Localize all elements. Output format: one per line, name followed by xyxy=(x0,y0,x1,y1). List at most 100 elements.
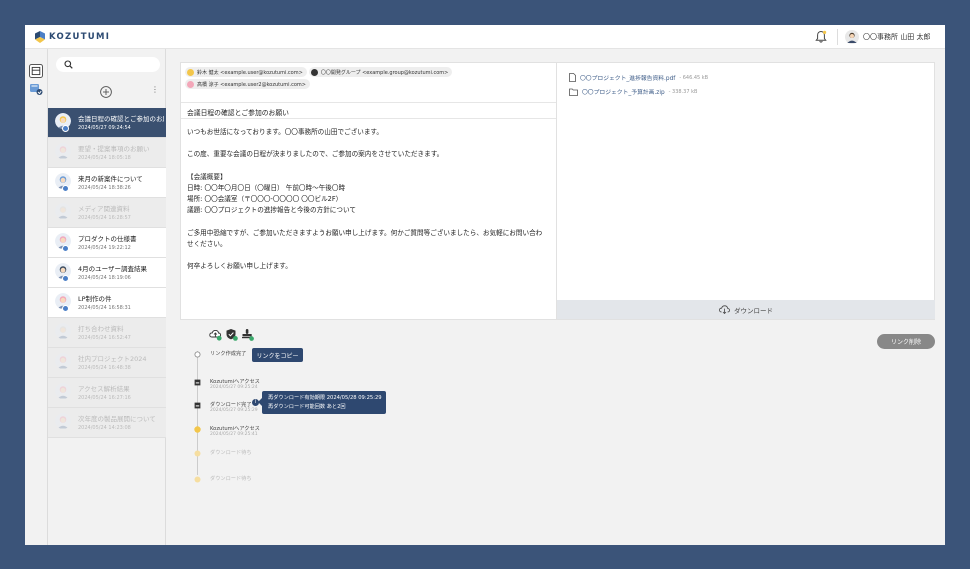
timeline-toolbar xyxy=(209,328,254,341)
mail-body-line: 日時: 〇〇年〇月〇日（〇曜日） 午前〇時～午後〇時 xyxy=(187,183,346,192)
user-name: 〇〇事務所 山田 太郎 xyxy=(863,33,931,41)
user-menu[interactable]: 〇〇事務所 山田 太郎 xyxy=(845,30,930,44)
thread-date: 2024/05/27 09:24:54 xyxy=(78,125,131,131)
thread-item[interactable]: 来月の新案件について 2024/05/24 18:38:26 xyxy=(48,168,166,198)
folder-icon xyxy=(569,88,578,96)
thread-title: メディア関連資料 xyxy=(78,205,130,213)
mail-body-line: 場所: 〇〇会議室（〒〇〇〇-〇〇〇〇 〇〇ビル2F） xyxy=(187,195,343,204)
thread-title: 打ち合わせ資料 xyxy=(78,325,124,333)
recipient-chip[interactable]: 高橋 涼子 <example.user2@kozutumi.com> xyxy=(185,79,310,89)
thread-list: 会議日程の確認とご参加のお願い 2024/05/27 09:24:54 要望・提案事… xyxy=(48,108,166,438)
avatar xyxy=(55,353,71,369)
avatar xyxy=(55,203,71,219)
thread-title: 会議日程の確認とご参加のお願い xyxy=(78,115,164,123)
mail-body-line: 何卒よろしくお願い申し上げます。 xyxy=(187,262,292,271)
timeline-event-title: Kozutumiへアクセス xyxy=(210,379,260,385)
thread-title: 社内プロジェクト2024 xyxy=(78,355,147,363)
thread-item[interactable]: プロダクトの仕様書 2024/05/24 19:22:12 xyxy=(48,228,166,258)
recipient-avatar xyxy=(187,68,194,76)
search-box[interactable] xyxy=(56,57,160,72)
mail-body-line xyxy=(187,161,551,172)
download-button[interactable]: ダウンロード xyxy=(557,300,935,319)
mail-body-line: いつもお世話になっております。〇〇事務所の山田でございます。 xyxy=(187,128,383,136)
download-label: ダウンロード xyxy=(734,306,773,315)
thread-date: 2024/05/24 18:19:06 xyxy=(78,275,131,281)
thread-date: 2024/05/24 18:05:18 xyxy=(78,155,131,161)
delete-link-button[interactable]: リンク削除 xyxy=(877,334,935,349)
recipient-avatar xyxy=(187,80,194,88)
mail-body-line: この度、重要な会議の日程が決まりましたので、ご参加の案内をさせていただきます。 xyxy=(187,150,444,159)
mail-card: 鈴木 健太 <example.user@kozutumi.com> 〇〇開発グルー… xyxy=(180,62,557,320)
timeline-event-date: 2024/05/27 09:25:29 xyxy=(210,408,258,413)
thread-item[interactable]: 会議日程の確認とご参加のお願い 2024/05/27 09:24:54 xyxy=(48,108,166,138)
thread-item[interactable]: アクセス解析結果 2024/05/24 16:27:16 xyxy=(48,378,166,408)
thread-title: LP制作の件 xyxy=(78,295,112,303)
timeline-event-title: ダウンロード待ち xyxy=(210,476,252,482)
thread-date: 2024/05/24 16:48:38 xyxy=(78,365,131,371)
file-icon xyxy=(569,73,576,82)
thread-title: アクセス解析結果 xyxy=(78,385,130,393)
recipient-avatar xyxy=(310,68,318,76)
thread-item[interactable]: 4月のユーザー調査結果 2024/05/24 18:19:06 xyxy=(48,258,166,288)
unread-badge xyxy=(62,125,69,132)
tooltip-remaining: 再ダウンロード可能回数 あと2回 xyxy=(268,403,346,410)
brand-name: KOZUTUMI xyxy=(49,32,111,42)
mail-subject: 会議日程の確認とご参加のお願い xyxy=(181,102,556,119)
timeline-event-title: ダウンロード待ち xyxy=(210,450,252,456)
thread-item[interactable]: 社内プロジェクト2024 2024/05/24 16:48:38 xyxy=(48,348,166,378)
mail-body-line xyxy=(187,250,551,261)
thread-item[interactable]: LP制作の件 2024/05/24 16:58:31 xyxy=(48,288,166,318)
attachment-item[interactable]: 〇〇プロジェクト_予算計画.zip - 338.37 kB xyxy=(569,87,697,96)
app-window: KOZUTUMI 〇〇事務所 山田 太郎 ⋮ 会議日程の確認とご参加のお 202… xyxy=(25,25,945,545)
new-thread-plus-icon[interactable] xyxy=(100,86,112,98)
download-info-tooltip: 再ダウンロード有効期限 2024/05/28 09:25:29 再ダウンロード可… xyxy=(258,391,386,414)
thread-title: 来月の新案件について xyxy=(78,175,143,183)
recipient-label: 鈴木 健太 <example.user@kozutumi.com> xyxy=(197,69,303,76)
top-bar: KOZUTUMI 〇〇事務所 山田 太郎 xyxy=(25,25,945,49)
attachment-size: - 646.45 kB xyxy=(679,74,709,81)
recipient-label: 〇〇開発グループ <example.group@kozutumi.com> xyxy=(320,69,449,76)
copy-link-button[interactable]: リンクをコピー xyxy=(252,348,303,362)
recipient-chip[interactable]: 〇〇開発グループ <example.group@kozutumi.com> xyxy=(308,67,453,77)
thread-date: 2024/05/24 18:38:26 xyxy=(78,185,131,191)
timeline-event-title: リンク作成完了 xyxy=(210,351,247,357)
thread-title: 要望・提案事項のお願い xyxy=(78,145,150,153)
header-divider xyxy=(837,29,838,45)
mail-body-line: 議題: 〇〇プロジェクトの進捗報告と今後の方針について xyxy=(187,206,356,215)
cloud-upload-icon[interactable] xyxy=(209,328,222,341)
link-node-icon xyxy=(194,351,201,358)
attachment-item[interactable]: 〇〇プロジェクト_進捗報告資料.pdf - 646.45 kB xyxy=(569,73,708,82)
thread-item[interactable]: 打ち合わせ資料 2024/05/24 16:52:47 xyxy=(48,318,166,348)
cloud-download-icon xyxy=(719,305,730,314)
attachment-size: - 338.37 kB xyxy=(668,88,698,95)
access-node-icon xyxy=(194,426,201,433)
avatar xyxy=(55,383,71,399)
download-node-icon xyxy=(194,379,201,386)
recipient-chip[interactable]: 鈴木 健太 <example.user@kozutumi.com> xyxy=(185,67,307,77)
shield-check-icon[interactable] xyxy=(225,328,238,341)
contacts-icon[interactable] xyxy=(29,82,43,96)
thread-item[interactable]: 要望・提案事項のお願い 2024/05/24 18:05:18 xyxy=(48,138,166,168)
notification-bell-icon[interactable] xyxy=(815,30,827,44)
timeline-event-date: 2024/05/27 09:25:41 xyxy=(210,432,258,437)
thread-item[interactable]: メディア関連資料 2024/05/24 16:28:57 xyxy=(48,198,166,228)
attachment-name: 〇〇プロジェクト_予算計画.zip xyxy=(582,90,665,96)
thread-date: 2024/05/24 16:27:16 xyxy=(78,395,131,401)
user-avatar-icon xyxy=(845,30,859,44)
mail-subject-text: 会議日程の確認とご参加のお願い xyxy=(187,109,289,117)
thread-sidebar: ⋮ 会議日程の確認とご参加のお願い 2024/05/27 09:24:54 要望・提… xyxy=(48,49,166,545)
recipient-label: 高橋 涼子 <example.user2@kozutumi.com> xyxy=(197,81,306,88)
stamp-icon[interactable] xyxy=(241,328,254,341)
thread-date: 2024/05/24 14:23:08 xyxy=(78,425,131,431)
inbox-icon[interactable] xyxy=(29,64,43,78)
attachment-card: 〇〇プロジェクト_進捗報告資料.pdf - 646.45 kB 〇〇プロジェクト… xyxy=(557,62,935,320)
brand-logo[interactable]: KOZUTUMI xyxy=(35,31,110,43)
thread-date: 2024/05/24 19:22:12 xyxy=(78,245,131,251)
thread-date: 2024/05/24 16:28:57 xyxy=(78,215,131,221)
thread-item[interactable]: 次年度の製品展開について 2024/05/24 14:23:08 xyxy=(48,408,166,438)
mail-body-line xyxy=(187,217,551,228)
pending-node-icon xyxy=(194,450,201,457)
more-options-icon[interactable]: ⋮ xyxy=(151,86,159,94)
mail-body-line: 【会議概要】 xyxy=(187,172,227,181)
thread-title: 4月のユーザー調査結果 xyxy=(78,265,148,273)
